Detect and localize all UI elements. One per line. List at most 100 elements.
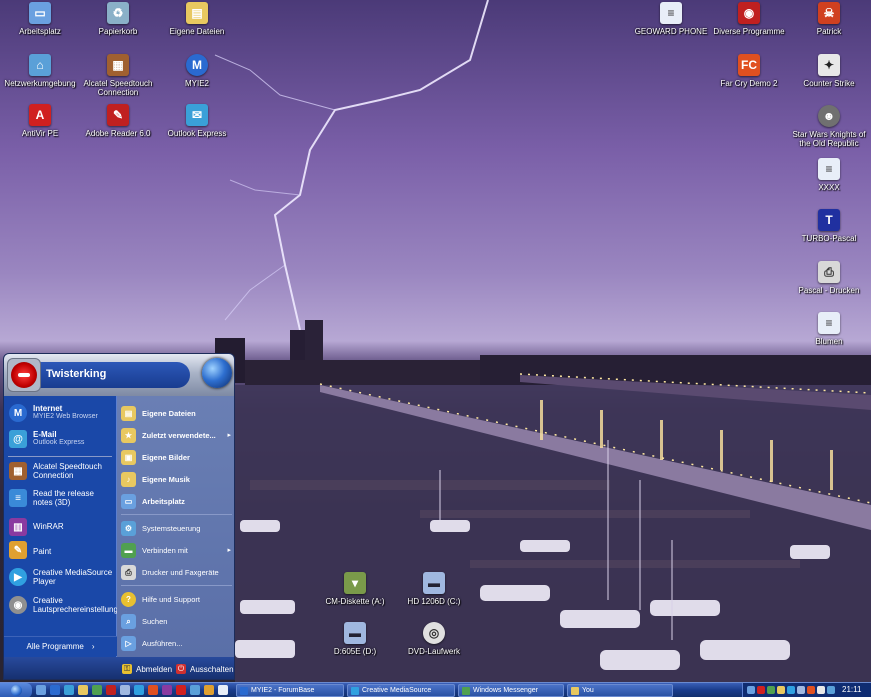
antivir-icon[interactable]: [176, 685, 186, 695]
desktop-icon-label: Diverse Programme: [713, 27, 785, 36]
start-item-creative-speakers[interactable]: ◉ Creative Lautsprechereinstellung: [9, 596, 118, 614]
desktop-icon-turbo-pascal[interactable]: T TURBO-Pascal: [789, 209, 869, 243]
chevron-right-icon: ▸: [227, 547, 231, 554]
desktop-icon-patrick[interactable]: ☠ Patrick: [789, 2, 869, 36]
desktop-icon-alcatel[interactable]: ▦ Alcatel Speedtouch Connection: [78, 54, 158, 97]
start-item-release-notes[interactable]: ≡ Read the release notes (3D): [9, 489, 115, 507]
media-player-icon[interactable]: [787, 686, 795, 694]
show-desktop-icon[interactable]: [36, 685, 46, 695]
task-label: MYIE2 - ForumBase: [251, 687, 315, 694]
places-zuletzt-verwendete[interactable]: ★ Zuletzt verwendete... ▸: [121, 428, 234, 443]
start-item-creative-player[interactable]: ▶ Creative MediaSource Player: [9, 568, 115, 586]
start-menu-pinned-list: M Internet MYIE2 Web Browser @ E-Mail Ou…: [4, 396, 118, 657]
logoff-button[interactable]: ⚿ Abmelden: [122, 664, 172, 674]
computer-icon[interactable]: [120, 685, 130, 695]
places-verbinden-mit[interactable]: ▬ Verbinden mit ▸: [121, 543, 234, 558]
game-icon[interactable]: [148, 685, 158, 695]
desktop-icon-star-wars[interactable]: ☻ Star Wars Knights of the Old Republic: [789, 105, 869, 148]
desktop-icon-xxxx[interactable]: ≡ XXXX: [789, 158, 869, 192]
document-icon[interactable]: [218, 685, 228, 695]
messenger-icon[interactable]: [92, 685, 102, 695]
desktop-icon-drive-c[interactable]: ▬ HD 1206D (C:): [394, 572, 474, 606]
windows-orb-icon: [10, 685, 22, 696]
antivir-icon[interactable]: [757, 686, 765, 694]
places-ausfuehren[interactable]: ▷ Ausführen...: [121, 636, 234, 651]
network-icon[interactable]: [747, 686, 755, 694]
desktop-icon-floppy[interactable]: ▾ CM-Diskette (A:): [315, 572, 395, 606]
task-you[interactable]: You: [567, 684, 673, 697]
desktop-icon-geoward-phone[interactable]: ≡ GEOWARD PHONE: [631, 2, 711, 36]
item-label: Eigene Bilder: [142, 453, 190, 462]
desktop-icon-far-cry[interactable]: FC Far Cry Demo 2: [709, 54, 789, 88]
security-icon[interactable]: [807, 686, 815, 694]
desktop-icon-papierkorb[interactable]: ♻ Papierkorb: [78, 2, 158, 36]
avatar[interactable]: [7, 358, 41, 392]
start-menu-places-list: ▤ Eigene Dateien ★ Zuletzt verwendete...…: [117, 396, 234, 657]
counter-strike-icon: ✦: [818, 54, 840, 76]
shutdown-button[interactable]: ⏻ Ausschalten: [176, 664, 234, 674]
desktop-icon-label: DVD-Laufwerk: [407, 647, 460, 656]
desktop-icon-label: Blumen: [815, 337, 843, 346]
desktop-icon-pascal-drucken[interactable]: ⎙ Pascal - Drucken: [789, 261, 869, 295]
desktop-icon-myie2[interactable]: M MYIE2: [157, 54, 237, 88]
start-item-internet[interactable]: M Internet MYIE2 Web Browser: [9, 404, 115, 422]
places-suchen[interactable]: ⌕ Suchen: [121, 614, 234, 629]
start-item-alcatel[interactable]: ▦ Alcatel Speedtouch Connection: [9, 462, 115, 480]
dvd-icon: ◎: [423, 622, 445, 644]
paint-icon[interactable]: [204, 685, 214, 695]
speaker-icon[interactable]: [777, 686, 785, 694]
browser-icon[interactable]: [50, 685, 60, 695]
places-systemsteuerung[interactable]: ⚙ Systemsteuerung: [121, 521, 234, 536]
volume-icon[interactable]: [817, 686, 825, 694]
folder-icon: [571, 686, 579, 695]
folder-icon[interactable]: [78, 685, 88, 695]
task-messenger[interactable]: Windows Messenger: [458, 684, 564, 697]
logoff-label: Abmelden: [136, 664, 173, 674]
run-icon: ▷: [121, 636, 136, 651]
desktop-icon-dvd[interactable]: ◎ DVD-Laufwerk: [394, 622, 474, 656]
places-hilfe[interactable]: ? Hilfe und Support: [121, 592, 234, 607]
places-drucker[interactable]: ⎙ Drucker und Faxgeräte: [121, 565, 234, 580]
item-label: Arbeitsplatz: [142, 497, 185, 506]
farcry-icon: FC: [738, 54, 760, 76]
text-file-icon: ≡: [818, 312, 840, 334]
desktop-icon-antivir[interactable]: A AntiVir PE: [0, 104, 80, 138]
all-programs-button[interactable]: Alle Programme ›: [4, 636, 117, 656]
desktop-icon-counter-strike[interactable]: ✦ Counter Strike: [789, 54, 869, 88]
modem-icon: ▦: [9, 462, 27, 480]
places-eigene-musik[interactable]: ♪ Eigene Musik: [121, 472, 234, 487]
places-arbeitsplatz[interactable]: ▭ Arbeitsplatz: [121, 494, 234, 509]
media-player-icon[interactable]: [134, 685, 144, 695]
avatar-icon: [11, 362, 37, 388]
task-creative[interactable]: Creative MediaSource: [347, 684, 455, 697]
desktop-icon-eigene-dateien[interactable]: ▤ Eigene Dateien: [157, 2, 237, 36]
modem-icon[interactable]: [797, 686, 805, 694]
desktop-icon-drive-d[interactable]: ▬ D:605E (D:): [315, 622, 395, 656]
shutdown-label: Ausschalten: [190, 664, 234, 674]
places-eigene-bilder[interactable]: ▣ Eigene Bilder: [121, 450, 234, 465]
pdf-icon[interactable]: [106, 685, 116, 695]
start-item-winrar[interactable]: ▥ WinRAR: [9, 518, 115, 536]
printer-icon: ⎙: [818, 261, 840, 283]
desktop-icon-arbeitsplatz[interactable]: ▭ Arbeitsplatz: [0, 2, 80, 36]
winrar-icon[interactable]: [162, 685, 172, 695]
desktop-icon-adobe-reader[interactable]: ✎ Adobe Reader 6.0: [78, 104, 158, 138]
start-button[interactable]: [0, 683, 32, 697]
start-item-paint[interactable]: ✎ Paint: [9, 541, 115, 559]
display-icon[interactable]: [827, 686, 835, 694]
desktop-icon-label: Alcatel Speedtouch Connection: [83, 79, 153, 97]
network-icon[interactable]: [190, 685, 200, 695]
desktop-icon-diverse-programme[interactable]: ◉ Diverse Programme: [709, 2, 789, 36]
task-myie2[interactable]: MYIE2 - ForumBase: [236, 684, 344, 697]
desktop-icon-outlook-express[interactable]: ✉ Outlook Express: [157, 104, 237, 138]
clock[interactable]: 21:11: [842, 685, 861, 694]
item-title: Read the release notes (3D): [33, 489, 94, 507]
desktop-icon-netzwerkumgebung[interactable]: ⌂ Netzwerkumgebung: [0, 54, 80, 88]
item-label: Verbinden mit: [142, 546, 188, 555]
browser-icon: [240, 686, 248, 695]
messenger-icon[interactable]: [767, 686, 775, 694]
mail-icon[interactable]: [64, 685, 74, 695]
start-item-email[interactable]: @ E-Mail Outlook Express: [9, 430, 115, 448]
desktop-icon-blumen[interactable]: ≡ Blumen: [789, 312, 869, 346]
places-eigene-dateien[interactable]: ▤ Eigene Dateien: [121, 406, 234, 421]
